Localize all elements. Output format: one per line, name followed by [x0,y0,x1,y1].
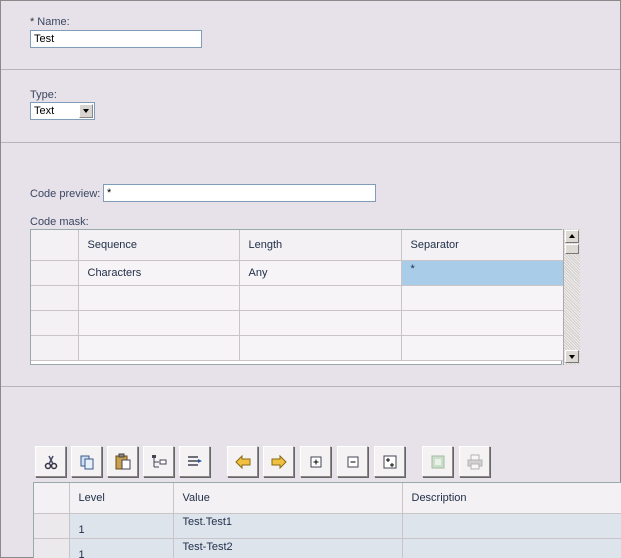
expand-all-icon[interactable] [374,446,405,477]
column-header-sequence[interactable]: Sequence [78,230,240,261]
code-mask-grid[interactable]: Sequence Length Separator Characters Any… [30,229,564,365]
type-select[interactable]: Text [30,102,95,120]
table-cell[interactable] [78,285,240,311]
code-mask-label: Code mask: [30,216,89,228]
type-label: Type: [30,89,57,101]
section-divider [1,69,620,70]
outdent-icon[interactable] [179,446,210,477]
cut-icon[interactable] [35,446,66,477]
type-select-value: Text [34,105,55,117]
arrow-left-icon[interactable] [227,446,258,477]
arrow-right-icon[interactable] [263,446,294,477]
chevron-down-icon[interactable] [79,104,93,118]
copy-icon[interactable] [71,446,102,477]
column-header-description[interactable]: Description [402,483,621,514]
print-icon[interactable] [459,446,490,477]
scroll-down-icon[interactable] [565,350,579,363]
required-mark: * [30,16,35,28]
indent-icon[interactable] [143,446,174,477]
table-cell[interactable] [78,335,240,361]
table-row[interactable]: 1 Test.Test1 [34,513,621,539]
name-label: * Name: [30,16,70,28]
table-row[interactable]: Characters Any * [31,260,564,286]
column-header-level[interactable]: Level [69,483,174,514]
name-label-text: Name: [37,16,70,28]
table-cell[interactable] [239,285,402,311]
table-cell[interactable] [402,538,621,558]
table-cell[interactable]: Any [239,260,402,286]
table-cell[interactable] [401,335,564,361]
table-cell[interactable] [402,513,621,539]
table-cell[interactable] [401,285,564,311]
values-grid[interactable]: Level Value Description 1 Test.Test1 1 T… [33,482,621,558]
table-cell[interactable]: Test-Test2 [173,538,403,558]
row-header[interactable] [34,538,70,558]
column-header-separator[interactable]: Separator [401,230,564,261]
table-row[interactable] [31,285,564,311]
expand-icon[interactable] [300,446,331,477]
name-input[interactable]: Test [30,30,202,48]
scroll-thumb[interactable] [565,244,579,254]
paste-icon[interactable] [107,446,138,477]
table-cell[interactable]: Characters [78,260,240,286]
table-cell[interactable]: Test.Test1 [173,513,403,539]
table-cell[interactable] [78,310,240,336]
table-cell[interactable] [239,310,402,336]
table-row[interactable] [31,335,564,361]
column-header-length[interactable]: Length [239,230,402,261]
row-header-corner [34,483,70,514]
row-header[interactable] [31,335,79,361]
row-header-corner [31,230,79,261]
section-divider [1,386,620,387]
table-cell[interactable]: 1 [69,513,174,539]
section-divider [1,142,620,143]
code-preview-label: Code preview: [30,188,101,200]
row-header[interactable] [31,285,79,311]
table-row[interactable]: 1 Test-Test2 [34,538,621,558]
table-cell[interactable]: 1 [69,538,174,558]
row-header[interactable] [34,513,70,539]
row-header[interactable] [31,260,79,286]
table-cell[interactable] [401,310,564,336]
collapse-icon[interactable] [337,446,368,477]
table-cell[interactable] [239,335,402,361]
export-icon[interactable] [422,446,453,477]
code-mask-scrollbar[interactable] [563,229,580,365]
table-cell-selected[interactable]: * [401,260,564,286]
row-header[interactable] [31,310,79,336]
scroll-up-icon[interactable] [565,230,579,243]
table-row[interactable] [31,310,564,336]
code-preview-input[interactable]: * [103,184,376,202]
column-header-value[interactable]: Value [173,483,403,514]
